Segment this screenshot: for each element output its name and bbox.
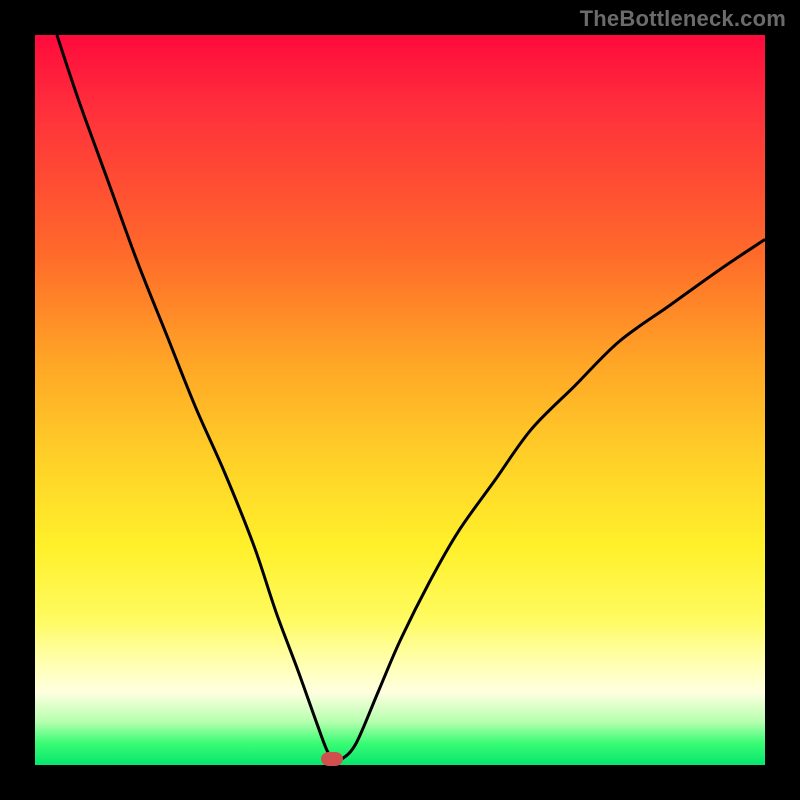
curve-path [57, 35, 765, 761]
plot-area [35, 35, 765, 765]
watermark-text: TheBottleneck.com [580, 6, 786, 32]
bottleneck-curve [35, 35, 765, 765]
minimum-marker [321, 752, 343, 766]
chart-frame: TheBottleneck.com [0, 0, 800, 800]
